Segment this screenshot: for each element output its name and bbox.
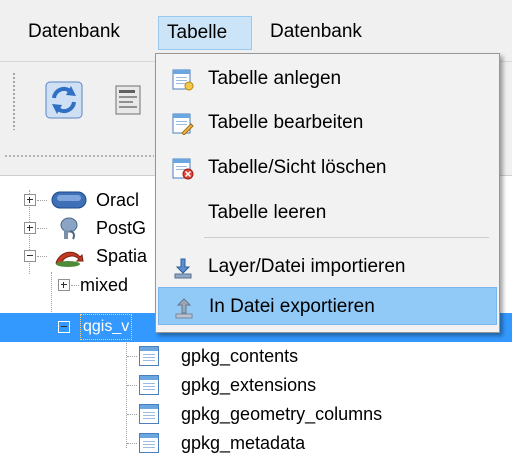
import-icon — [174, 258, 192, 279]
tree-item-label: Oracl — [96, 190, 140, 210]
tree-connector — [37, 200, 47, 201]
collapse-minus-icon[interactable] — [58, 321, 70, 333]
toolbar-grip[interactable] — [12, 72, 16, 130]
menu-item-label: Layer/Datei importieren — [208, 256, 406, 277]
menu-item-tabelle-leeren[interactable]: Tabelle leeren — [158, 194, 497, 232]
menu-item-label: Tabelle/Sicht löschen — [208, 157, 387, 178]
tree-connector — [127, 385, 137, 386]
expand-plus-icon[interactable] — [58, 279, 70, 291]
menu-tabelle[interactable]: Tabelle — [158, 16, 252, 50]
create-table-icon — [172, 69, 194, 91]
table-icon — [139, 404, 159, 424]
delete-table-icon — [172, 158, 194, 180]
menu-datenbank-2[interactable]: Datenbank — [262, 16, 370, 50]
tree-item-table[interactable]: gpkg_geometry_columns — [0, 400, 512, 428]
menu-item-label: Tabelle leeren — [208, 202, 327, 223]
table-icon — [139, 375, 159, 395]
export-icon — [175, 298, 193, 319]
menu-separator — [204, 237, 489, 238]
tree-connector — [37, 256, 47, 257]
tree-item-label: Spatia — [96, 246, 148, 266]
edit-table-icon — [172, 113, 194, 135]
refresh-icon — [45, 81, 83, 119]
menu-item-label: Tabelle anlegen — [208, 68, 342, 89]
refresh-button[interactable] — [44, 80, 84, 120]
tree-item-table[interactable]: gpkg_extensions — [0, 371, 512, 399]
menu-item-label: Tabelle bearbeiten — [208, 112, 364, 133]
tree-item-table[interactable]: gpkg_contents — [0, 342, 512, 370]
menu-datenbank[interactable]: Datenbank — [20, 16, 128, 50]
tree-connector — [127, 443, 137, 444]
menu-item-layer-datei-importieren[interactable]: Layer/Datei importieren — [158, 248, 497, 286]
menu-item-in-datei-exportieren[interactable]: In Datei exportieren — [158, 287, 497, 325]
menu-item-label: In Datei exportieren — [209, 296, 375, 317]
expand-plus-icon[interactable] — [24, 194, 36, 206]
tree-item-label: qgis_v — [80, 314, 133, 340]
tabelle-dropdown-menu: Tabelle anlegen Tabelle bearbeiten Tabel… — [155, 53, 500, 333]
sql-window-button[interactable] — [108, 80, 148, 120]
sql-window-icon — [115, 85, 141, 115]
tree-connector — [37, 228, 47, 229]
tree-connector — [127, 414, 137, 415]
tree-item-label: gpkg_geometry_columns — [181, 404, 383, 424]
tree-item-label: gpkg_extensions — [181, 375, 317, 395]
collapse-minus-icon[interactable] — [24, 250, 36, 262]
postgis-icon — [60, 217, 78, 240]
tree-item-label: gpkg_contents — [181, 346, 299, 366]
menu-item-tabelle-anlegen[interactable]: Tabelle anlegen — [158, 60, 497, 98]
tree-item-label: mixed — [80, 275, 129, 295]
tree-item-label: PostG — [96, 218, 147, 238]
menu-item-tabelle-sicht-loeschen[interactable]: Tabelle/Sicht löschen — [158, 149, 497, 187]
tree-item-label: gpkg_metadata — [181, 433, 306, 453]
oracle-icon — [51, 191, 87, 209]
splitter-dots — [4, 154, 154, 158]
table-icon — [139, 433, 159, 453]
menu-item-tabelle-bearbeiten[interactable]: Tabelle bearbeiten — [158, 104, 497, 142]
spatialite-icon — [55, 251, 84, 267]
table-icon — [139, 346, 159, 366]
tree-item-table[interactable]: gpkg_metadata — [0, 429, 512, 457]
tree-connector — [71, 285, 79, 286]
expand-plus-icon[interactable] — [24, 222, 36, 234]
tree-connector — [127, 356, 137, 357]
